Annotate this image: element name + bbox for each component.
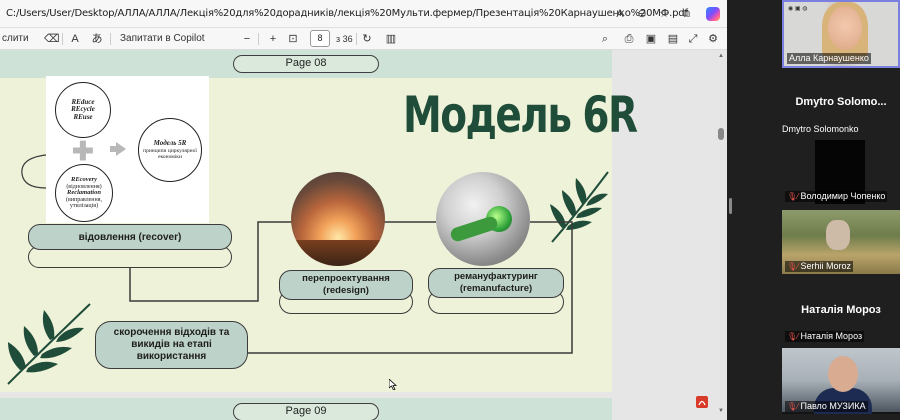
participant-name: Алла Карнаушенко <box>787 53 871 64</box>
step-redesign: перепроектування (redesign) <box>279 270 413 300</box>
page-header: Page 09 <box>0 398 612 420</box>
mic-muted-icon: 🎙︎⁄ <box>787 332 799 341</box>
model-sub: принципи циркулярної економіки <box>143 147 197 160</box>
hand-sunset-photo <box>291 172 385 266</box>
model-5r-diagram: REduce REcycle REuse ✚ REcovery (відновл… <box>46 76 209 223</box>
participant-tile-speaker[interactable]: ◉ ▣ ◍ Алла Карнаушенко <box>782 0 900 68</box>
expand-icon[interactable]: ⤢ <box>686 31 700 47</box>
favorite-star-icon[interactable]: ☆ <box>656 6 672 22</box>
scroll-up-icon[interactable]: ▲ <box>717 53 725 59</box>
zoom-out-button[interactable]: − <box>240 31 254 47</box>
step-reduce-waste: скорочення відходів та викидів на етапі … <box>95 321 248 369</box>
screen: C:/Users/User/Desktop/АЛЛА/АЛЛА/Лекція%2… <box>0 0 900 420</box>
print-icon[interactable]: ⎙ <box>622 31 636 47</box>
participant-name: Наталія Мороз <box>800 331 863 341</box>
reduce-recycle-reuse-circle: REduce REcycle REuse <box>55 82 111 138</box>
participant-video <box>828 356 858 392</box>
cut-label[interactable]: слити <box>2 31 29 47</box>
participant-name: Павло МУЗИКА <box>800 401 866 411</box>
remanufacture-line1: ремануфактуринг <box>454 271 538 282</box>
mouse-cursor-icon <box>389 379 397 390</box>
pdf-file-icon[interactable] <box>695 395 709 409</box>
participant-name: Dmytro Solomonko <box>782 124 859 134</box>
participants-panel: ◉ ▣ ◍ Алла Карнаушенко Dmytro Solomo... … <box>727 0 900 420</box>
extensions-icon[interactable]: ⧉ <box>678 6 694 22</box>
zoom-in-button[interactable]: + <box>266 31 280 47</box>
participant-display-name: Dmytro Solomo... <box>795 96 887 108</box>
step-remanufacture: ремануфактуринг (remanufacture) <box>428 268 564 298</box>
eraser-icon[interactable]: ⌫ <box>44 31 60 47</box>
recovery-reclamation-circle: REcovery (відновлення) Reclamation (випр… <box>55 164 113 222</box>
participant-name: Serhii Moroz <box>800 261 852 271</box>
address-bar[interactable]: C:/Users/User/Desktop/АЛЛА/АЛЛА/Лекція%2… <box>0 0 727 28</box>
step-recover: відовлення (recover) <box>28 224 232 250</box>
participant-name-row: 🎙︎⁄ Наталія Мороз <box>785 331 865 342</box>
toolbar-separator <box>62 33 63 45</box>
pdf-page-9: Page 09 <box>0 398 612 420</box>
participant-tile[interactable]: 🎙︎⁄ Володимир Чопенко <box>782 140 900 204</box>
vertical-scrollbar[interactable]: ▲ ▼ <box>717 50 725 420</box>
copilot-icon[interactable] <box>706 7 720 21</box>
url-text[interactable]: C:/Users/User/Desktop/АЛЛА/АЛЛА/Лекція%2… <box>6 8 688 19</box>
slide-title: Модель 6R <box>403 86 638 144</box>
model-title: Модель 5R <box>153 138 187 147</box>
translate-icon[interactable]: あ <box>90 31 104 47</box>
save-icon[interactable]: ▣ <box>644 31 658 47</box>
page-number-input[interactable]: 8 <box>310 30 330 47</box>
rotate-icon[interactable]: ↻ <box>360 31 374 47</box>
mic-muted-icon: 🎙︎⁄ <box>787 262 799 271</box>
reuse-text: REuse <box>73 112 93 121</box>
scroll-thumb[interactable] <box>718 128 724 140</box>
total-pages-label: з 36 <box>336 34 353 44</box>
reclamation-sub: (виправлення, утилізація) <box>65 196 102 209</box>
participant-name-row: 🎙︎⁄ Володимир Чопенко <box>785 191 888 202</box>
page-label: Page 09 <box>233 403 379 420</box>
mic-muted-icon: 🎙︎⁄ <box>787 192 799 201</box>
ask-copilot-button[interactable]: Запитати в Copilot <box>120 31 205 47</box>
search-icon[interactable]: ⌕ <box>598 31 612 47</box>
settings-gear-icon[interactable]: ⚙ <box>706 31 720 47</box>
browser-window: C:/Users/User/Desktop/АЛЛА/АЛЛА/Лекція%2… <box>0 0 727 420</box>
redesign-line1: перепроектування <box>302 273 390 284</box>
page-view-icon[interactable]: ▥ <box>384 31 398 47</box>
participant-name-row: 🎙︎⁄ Serhii Moroz <box>785 261 854 272</box>
toolbar-separator <box>258 33 259 45</box>
reduce-line3: використання <box>136 351 207 362</box>
plus-icon: ✚ <box>72 136 94 166</box>
redesign-line2: (redesign) <box>323 285 369 296</box>
remanufacture-line2: (remanufacture) <box>459 283 533 294</box>
pdf-toolbar: слити ⌫ A あ Запитати в Copilot − + ⊡ 8 з… <box>0 28 727 50</box>
reduce-line2: викидів на етапі <box>131 339 212 350</box>
participant-display-name: Наталія Мороз <box>801 304 881 316</box>
participant-tile[interactable]: Наталія Мороз 🎙︎⁄ Наталія Мороз <box>782 280 900 344</box>
participant-tile[interactable]: 🎙︎⁄ Павло МУЗИКА <box>782 348 900 414</box>
read-aloud-icon[interactable]: A <box>68 31 82 47</box>
toolbar-separator <box>110 33 111 45</box>
reclamation-text: Reclamation <box>67 188 101 196</box>
scroll-down-icon[interactable]: ▼ <box>717 408 725 414</box>
logo-icons: ◉ ▣ ◍ <box>788 6 808 12</box>
recovery-text: REcovery <box>71 175 97 183</box>
zoom-icon[interactable]: ⊖ <box>634 6 650 22</box>
participant-tile[interactable]: 🎙︎⁄ Serhii Moroz <box>782 210 900 274</box>
pdf-viewport[interactable]: Page 08 Модель 6R REduce REcycle REuse ✚… <box>0 50 727 420</box>
participant-name-row: 🎙︎⁄ Павло МУЗИКА <box>785 401 868 412</box>
panel-resize-handle[interactable] <box>729 198 732 214</box>
participant-name: Володимир Чопенко <box>800 191 886 201</box>
reduce-line1: скорочення відходів та <box>113 327 230 338</box>
participant-video <box>826 220 850 250</box>
recycling-hand-photo <box>436 172 530 266</box>
participant-video <box>828 6 862 50</box>
save-as-icon[interactable]: ▤ <box>666 31 680 47</box>
pdf-page-8: Page 08 Модель 6R REduce REcycle REuse ✚… <box>0 50 638 392</box>
mic-muted-icon: 🎙︎⁄ <box>787 402 799 411</box>
text-size-icon[interactable]: A <box>612 6 628 22</box>
fit-page-icon[interactable]: ⊡ <box>286 31 300 47</box>
toolbar-separator <box>356 33 357 45</box>
arrow-right-icon <box>116 142 126 156</box>
model-5r-circle: Модель 5R принципи циркулярної економіки <box>138 118 202 182</box>
